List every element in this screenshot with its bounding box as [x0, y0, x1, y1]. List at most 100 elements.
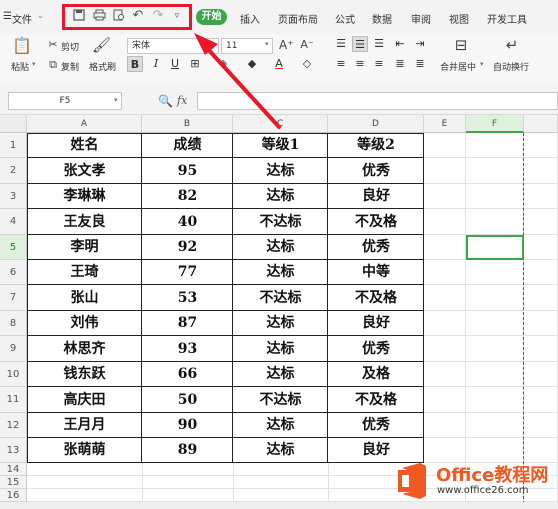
table-cell[interactable]: 中等	[328, 260, 424, 285]
column-header-b[interactable]: B	[142, 115, 233, 133]
table-cell[interactable]: 达标	[233, 336, 328, 362]
table-cell[interactable]: 良好	[328, 311, 424, 336]
font-color-icon[interactable]: A	[271, 56, 287, 72]
table-cell[interactable]: 良好	[328, 438, 424, 463]
table-cell[interactable]: 达标	[233, 260, 328, 285]
file-menu[interactable]: 文件	[12, 11, 32, 26]
tab-data[interactable]: 数据	[372, 11, 392, 26]
align-top-icon[interactable]: ☰	[333, 36, 349, 52]
table-cell[interactable]: 张文孝	[27, 158, 142, 184]
tab-review[interactable]: 审阅	[411, 11, 431, 26]
tab-page-layout[interactable]: 页面布局	[278, 11, 318, 26]
font-name-select[interactable]: 宋体	[127, 38, 219, 54]
column-header-f[interactable]: F	[466, 115, 524, 133]
row-header[interactable]: 7	[0, 285, 27, 311]
table-cell[interactable]: 钱东跃	[27, 362, 142, 387]
tab-formulas[interactable]: 公式	[335, 11, 355, 26]
cut-button[interactable]: 剪切	[61, 40, 79, 53]
column-header-g[interactable]	[524, 115, 558, 133]
row-header[interactable]: 4	[0, 209, 27, 235]
column-header-c[interactable]: C	[233, 115, 328, 133]
table-cell[interactable]: 87	[142, 311, 233, 336]
table-cell[interactable]: 达标	[233, 184, 328, 209]
tab-insert[interactable]: 插入	[240, 11, 260, 26]
row-header[interactable]: 11	[0, 387, 27, 413]
table-cell[interactable]: 不及格	[328, 387, 424, 413]
increase-font-icon[interactable]: A⁺	[279, 37, 294, 53]
table-cell[interactable]: 优秀	[328, 235, 424, 260]
table-cell[interactable]: 王琦	[27, 260, 142, 285]
table-header-cell[interactable]: 成绩	[142, 133, 233, 158]
table-header-cell[interactable]: 姓名	[27, 133, 142, 158]
selected-cell-f5[interactable]	[466, 235, 524, 260]
table-cell[interactable]: 优秀	[328, 413, 424, 438]
paste-button[interactable]: 粘贴	[11, 60, 29, 73]
chevron-down-icon[interactable]: ▾	[114, 96, 118, 104]
name-box[interactable]: F5	[8, 92, 122, 110]
underline-button[interactable]: U	[167, 56, 183, 72]
tab-view[interactable]: 视图	[449, 11, 469, 26]
table-cell[interactable]: 77	[142, 260, 233, 285]
table-cell[interactable]: 张萌萌	[27, 438, 142, 463]
table-cell[interactable]: 及格	[328, 362, 424, 387]
column-header-a[interactable]: A	[27, 115, 142, 133]
select-all-corner[interactable]	[0, 115, 27, 133]
table-cell[interactable]: 不及格	[328, 209, 424, 235]
row-header[interactable]: 14	[0, 463, 27, 476]
table-cell[interactable]: 李琳琳	[27, 184, 142, 209]
table-cell[interactable]: 66	[142, 362, 233, 387]
row-header[interactable]: 1	[0, 133, 27, 158]
hamburger-menu-icon[interactable]: ☰	[3, 11, 12, 22]
table-cell[interactable]: 40	[142, 209, 233, 235]
row-header[interactable]: 2	[0, 158, 27, 184]
row-header[interactable]: 16	[0, 489, 27, 502]
wrap-text-button[interactable]: 自动换行	[493, 60, 529, 73]
align-bottom-icon[interactable]: ☰	[371, 36, 387, 52]
row-header[interactable]: 3	[0, 184, 27, 209]
table-cell[interactable]: 达标	[233, 362, 328, 387]
table-cell[interactable]: 92	[142, 235, 233, 260]
table-cell[interactable]: 李明	[27, 235, 142, 260]
table-cell[interactable]: 不及格	[328, 285, 424, 311]
border-icon[interactable]: ⊞	[187, 56, 203, 72]
indent-increase-icon[interactable]: ⇥	[412, 36, 428, 52]
row-header[interactable]: 13	[0, 438, 27, 463]
cut-icon[interactable]: ✂	[46, 37, 60, 53]
table-cell[interactable]: 90	[142, 413, 233, 438]
table-cell[interactable]: 不达标	[233, 387, 328, 413]
table-cell[interactable]: 良好	[328, 184, 424, 209]
row-header[interactable]: 9	[0, 336, 27, 362]
copy-icon[interactable]: ⧉	[46, 57, 60, 73]
table-cell[interactable]: 优秀	[328, 336, 424, 362]
column-header-d[interactable]: D	[328, 115, 424, 133]
function-icon[interactable]: fx	[177, 94, 187, 107]
indent-decrease-icon[interactable]: ⇤	[392, 36, 408, 52]
table-cell[interactable]: 95	[142, 158, 233, 184]
table-cell[interactable]: 50	[142, 387, 233, 413]
distributed-icon[interactable]: ≣	[412, 56, 428, 72]
format-painter-button[interactable]: 格式刷	[89, 60, 116, 73]
table-cell[interactable]: 53	[142, 285, 233, 311]
table-cell[interactable]: 高庆田	[27, 387, 142, 413]
chevron-down-icon[interactable]: ⌄	[37, 11, 44, 20]
row-header[interactable]: 15	[0, 476, 27, 489]
justify-icon[interactable]: ≣	[392, 56, 408, 72]
row-header[interactable]: 12	[0, 413, 27, 438]
row-header[interactable]: 8	[0, 311, 27, 336]
wrap-text-icon[interactable]: ↵	[503, 37, 521, 53]
formula-input[interactable]	[197, 92, 558, 110]
tab-developer[interactable]: 开发工具	[487, 11, 527, 26]
table-cell[interactable]: 达标	[233, 235, 328, 260]
decrease-font-icon[interactable]: A⁻	[300, 37, 314, 53]
table-cell[interactable]: 达标	[233, 311, 328, 336]
bold-button[interactable]: B	[127, 56, 143, 72]
table-cell[interactable]: 不达标	[233, 209, 328, 235]
copy-button[interactable]: 复制	[61, 60, 79, 73]
table-cell[interactable]: 89	[142, 438, 233, 463]
tab-home[interactable]: 开始	[196, 9, 227, 25]
table-header-cell[interactable]: 等级2	[328, 133, 424, 158]
table-cell[interactable]: 不达标	[233, 285, 328, 311]
align-left-icon[interactable]: ≡	[333, 56, 349, 72]
paste-icon[interactable]: 📋	[12, 38, 32, 54]
table-cell[interactable]: 达标	[233, 158, 328, 184]
